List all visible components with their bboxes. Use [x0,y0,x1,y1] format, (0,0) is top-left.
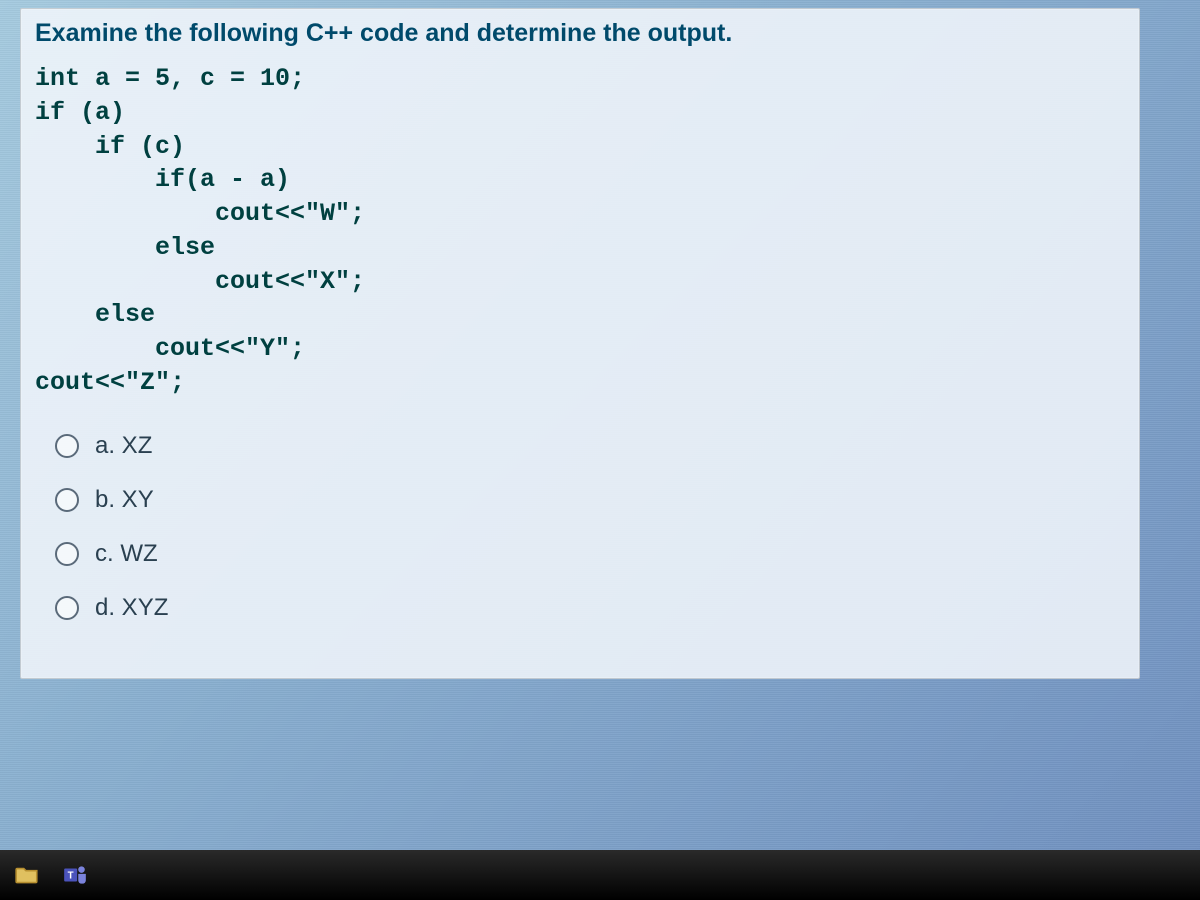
option-label: d. XYZ [95,594,168,622]
file-explorer-icon[interactable] [8,856,46,894]
option-d[interactable]: d. XYZ [55,594,1119,622]
option-b[interactable]: b. XY [55,486,1119,514]
radio-icon [55,542,79,566]
option-label: b. XY [95,486,154,514]
radio-icon [55,596,79,620]
option-c[interactable]: c. WZ [55,540,1119,568]
option-a[interactable]: a. XZ [55,432,1119,460]
svg-text:T: T [68,870,74,881]
options-group: a. XZ b. XY c. WZ d. XYZ [21,406,1139,622]
radio-icon [55,434,79,458]
teams-icon[interactable]: T [56,856,94,894]
question-prompt: Examine the following C++ code and deter… [21,9,1139,54]
option-label: a. XZ [95,432,152,460]
screen: Examine the following C++ code and deter… [0,0,1200,900]
question-card: Examine the following C++ code and deter… [20,8,1140,679]
radio-icon [55,488,79,512]
code-block: int a = 5, c = 10; if (a) if (c) if(a - … [21,54,1139,406]
taskbar: T [0,850,1200,900]
option-label: c. WZ [95,540,158,568]
